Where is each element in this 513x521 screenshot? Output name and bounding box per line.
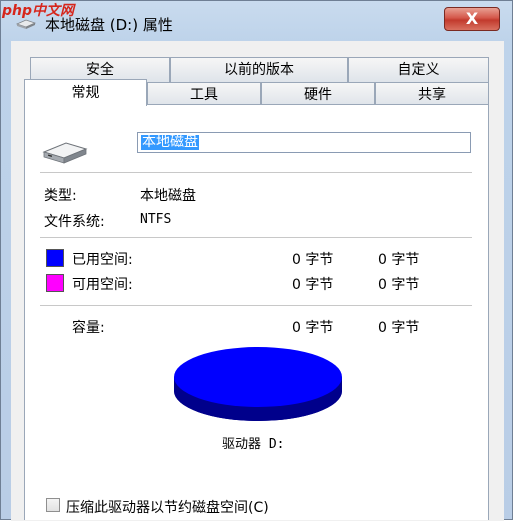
tab-label: 硬件 [304,87,332,103]
tab-label: 常规 [71,85,100,101]
hard-disk-icon [42,142,88,164]
filesystem-value: NTFS [140,212,172,227]
general-tab-panel [24,104,489,520]
type-value: 本地磁盘 [140,188,196,204]
free-space-gb: 0 字节 [378,277,420,293]
free-space-swatch [46,274,64,292]
type-label: 类型: [44,188,77,204]
tab-tools[interactable]: 工具 [147,82,261,105]
filesystem-label: 文件系统: [44,214,105,230]
tab-label: 共享 [418,87,446,103]
tab-label: 工具 [190,87,218,103]
title-bar[interactable]: 本地磁盘 (D:) 属性 X [1,1,512,41]
drive-letter-label: 驱动器 D: [222,437,285,452]
tab-previous-versions[interactable]: 以前的版本 [170,57,348,82]
separator [40,305,472,306]
tab-sharing[interactable]: 共享 [375,82,489,105]
compress-checkbox[interactable] [46,498,60,512]
used-space-bytes: 0 字节 [292,252,334,268]
tab-general[interactable]: 常规 [24,79,147,106]
watermark-logo: php中文网 [2,3,75,19]
close-icon: X [465,9,479,28]
tab-label: 以前的版本 [224,62,294,78]
capacity-bytes: 0 字节 [292,320,334,336]
used-space-swatch [46,249,64,267]
capacity-label: 容量: [72,320,105,336]
close-button[interactable]: X [444,7,500,31]
separator [40,237,472,238]
tab-label: 安全 [86,62,114,78]
volume-label-input[interactable]: 本地磁盘 [137,132,471,153]
tab-hardware[interactable]: 硬件 [261,82,375,105]
used-space-gb: 0 字节 [378,252,420,268]
capacity-gb: 0 字节 [378,320,420,336]
compress-label[interactable]: 压缩此驱动器以节约磁盘空间(C) [66,497,269,517]
disk-usage-pie [174,347,342,421]
tab-customize[interactable]: 自定义 [348,57,489,82]
tab-label: 自定义 [397,62,440,78]
separator [40,172,472,173]
volume-label-text: 本地磁盘 [141,134,199,150]
used-space-label: 已用空间: [72,252,133,268]
free-space-bytes: 0 字节 [292,277,334,293]
free-space-label: 可用空间: [72,277,133,293]
